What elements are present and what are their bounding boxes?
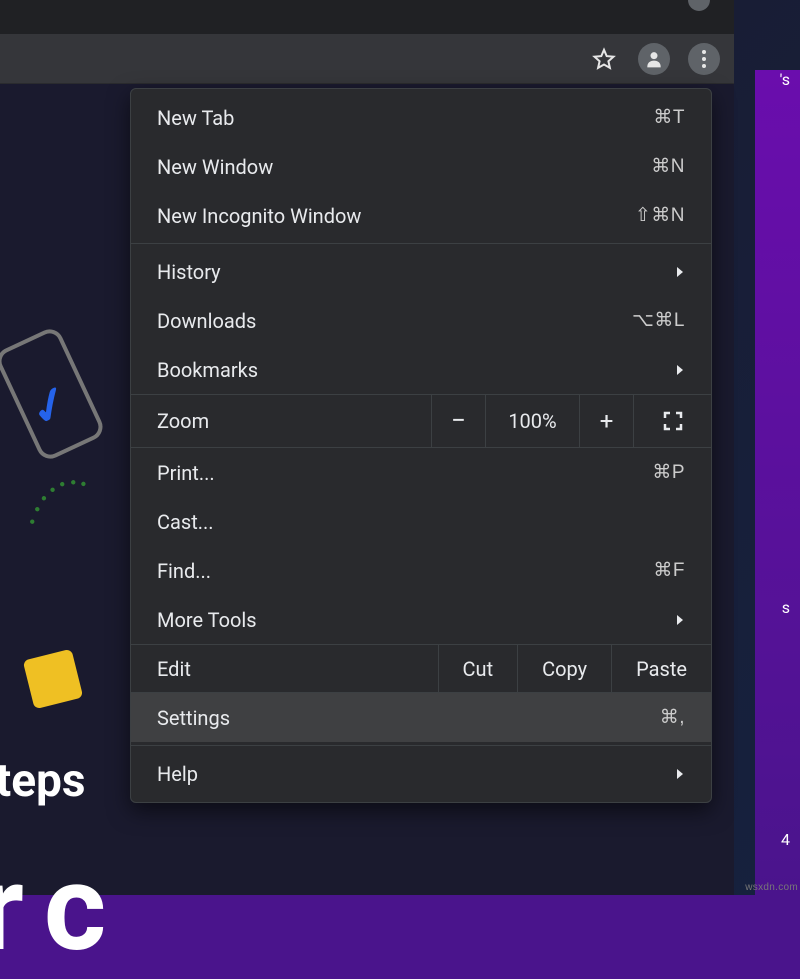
sticky-note-illustration bbox=[23, 649, 84, 710]
menu-shortcut: ⌘T bbox=[653, 106, 685, 129]
bg-fragment-text: s bbox=[782, 598, 790, 617]
menu-label: New Tab bbox=[157, 106, 653, 130]
menu-shortcut: ⌥⌘L bbox=[632, 309, 685, 332]
zoom-label: Zoom bbox=[131, 409, 431, 433]
menu-label: Find... bbox=[157, 559, 653, 583]
menu-label: Print... bbox=[157, 461, 652, 485]
menu-item-help[interactable]: Help bbox=[131, 749, 711, 798]
menu-item-more-tools[interactable]: More Tools bbox=[131, 595, 711, 644]
edit-cut-button[interactable]: Cut bbox=[438, 645, 518, 692]
dotted-arc-decoration bbox=[14, 462, 100, 542]
bookmark-star-icon[interactable] bbox=[588, 43, 620, 75]
zoom-out-button[interactable]: − bbox=[431, 395, 485, 447]
menu-shortcut: ⌘F bbox=[653, 559, 685, 582]
menu-shortcut: ⇧⌘N bbox=[635, 204, 685, 227]
menu-label: Bookmarks bbox=[157, 358, 675, 382]
menu-item-bookmarks[interactable]: Bookmarks bbox=[131, 345, 711, 394]
zoom-value: 100% bbox=[485, 395, 579, 447]
menu-label: Help bbox=[157, 762, 675, 786]
menu-item-print[interactable]: Print... ⌘P bbox=[131, 448, 711, 497]
bg-text-large: r c bbox=[0, 839, 101, 979]
fullscreen-button[interactable] bbox=[633, 395, 711, 447]
menu-item-downloads[interactable]: Downloads ⌥⌘L bbox=[131, 296, 711, 345]
kebab-menu-icon[interactable] bbox=[688, 43, 720, 75]
menu-item-new-window[interactable]: New Window ⌘N bbox=[131, 142, 711, 191]
profile-avatar-icon[interactable] bbox=[638, 43, 670, 75]
edit-paste-button[interactable]: Paste bbox=[611, 645, 711, 692]
menu-shortcut: ⌘, bbox=[660, 706, 685, 729]
menu-shortcut: ⌘P bbox=[652, 461, 685, 484]
edit-label: Edit bbox=[131, 657, 438, 681]
menu-label: More Tools bbox=[157, 608, 675, 632]
menu-item-new-incognito[interactable]: New Incognito Window ⇧⌘N bbox=[131, 191, 711, 240]
menu-separator bbox=[131, 745, 711, 746]
menu-item-history[interactable]: History bbox=[131, 247, 711, 296]
submenu-arrow-icon bbox=[675, 613, 685, 627]
menu-item-cast[interactable]: Cast... bbox=[131, 497, 711, 546]
submenu-arrow-icon bbox=[675, 363, 685, 377]
adjacent-window-strip bbox=[755, 70, 800, 895]
browser-window: ✓ steps r c New Tab ⌘T New Window ⌘N New… bbox=[0, 0, 734, 895]
bg-fragment-text: 4 bbox=[781, 830, 790, 849]
menu-item-find[interactable]: Find... ⌘F bbox=[131, 546, 711, 595]
submenu-arrow-icon bbox=[675, 767, 685, 781]
bg-text-steps: steps bbox=[0, 754, 86, 808]
tab-strip bbox=[0, 0, 734, 34]
menu-label: History bbox=[157, 260, 675, 284]
menu-label: Cast... bbox=[157, 510, 685, 534]
browser-toolbar bbox=[0, 34, 734, 84]
submenu-arrow-icon bbox=[675, 265, 685, 279]
menu-label: New Window bbox=[157, 155, 651, 179]
minimized-profile-icon bbox=[688, 0, 710, 11]
menu-shortcut: ⌘N bbox=[651, 155, 685, 178]
menu-separator bbox=[131, 243, 711, 244]
zoom-in-button[interactable]: + bbox=[579, 395, 633, 447]
menu-item-settings[interactable]: Settings ⌘, bbox=[131, 693, 711, 742]
menu-edit-row: Edit Cut Copy Paste bbox=[131, 644, 711, 693]
edit-copy-button[interactable]: Copy bbox=[517, 645, 611, 692]
menu-item-new-tab[interactable]: New Tab ⌘T bbox=[131, 93, 711, 142]
chrome-main-menu: New Tab ⌘T New Window ⌘N New Incognito W… bbox=[130, 88, 712, 803]
fullscreen-icon bbox=[662, 410, 684, 432]
menu-label: Settings bbox=[157, 706, 660, 730]
menu-zoom-row: Zoom − 100% + bbox=[131, 394, 711, 448]
menu-label: Downloads bbox=[157, 309, 632, 333]
menu-label: New Incognito Window bbox=[157, 204, 635, 228]
bg-fragment-text: 's bbox=[780, 70, 790, 89]
watermark-text: wsxdn.com bbox=[745, 882, 798, 893]
